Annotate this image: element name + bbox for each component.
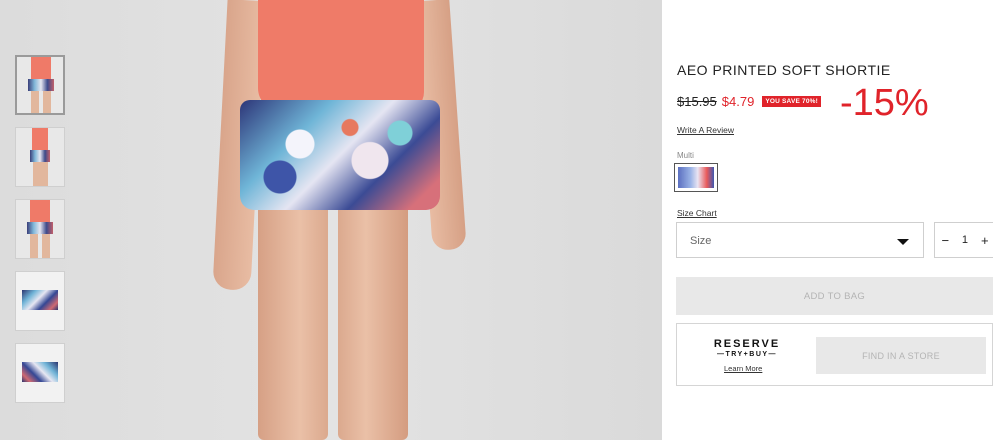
color-name: Multi <box>677 151 694 160</box>
main-product-image <box>210 0 480 440</box>
quantity-value: 1 <box>961 234 969 246</box>
increment-button[interactable]: + <box>981 233 989 248</box>
quantity-stepper: − 1 + <box>934 222 993 258</box>
add-to-bag-button[interactable]: ADD TO BAG <box>676 277 993 315</box>
printed-shorts <box>240 100 440 210</box>
price-row: $15.95 $4.79 YOU SAVE 70%! <box>677 94 822 109</box>
write-review-link[interactable]: Write A Review <box>677 125 734 135</box>
model-leg-left <box>258 200 328 440</box>
thumbnail-2[interactable] <box>15 127 65 187</box>
save-badge: YOU SAVE 70%! <box>762 96 822 107</box>
find-in-store-button[interactable]: FIND IN A STORE <box>816 337 986 374</box>
reserve-try-buy-box: RESERVE —TRY+BUY— Learn More FIND IN A S… <box>676 323 993 386</box>
model-leg-right <box>338 200 408 440</box>
thumbnail-list <box>15 55 69 415</box>
reserve-logo: RESERVE —TRY+BUY— <box>709 338 785 358</box>
thumbnail-5[interactable] <box>15 343 65 403</box>
reserve-subtitle: —TRY+BUY— <box>716 351 778 358</box>
decrement-button[interactable]: − <box>941 233 949 248</box>
product-title: AEO PRINTED SOFT SHORTIE <box>677 62 891 78</box>
caret-down-icon <box>897 239 909 245</box>
learn-more-link[interactable]: Learn More <box>724 364 762 373</box>
reserve-title: RESERVE <box>713 338 781 350</box>
thumbnail-4[interactable] <box>15 271 65 331</box>
product-image-gallery <box>0 0 662 440</box>
sale-price: $4.79 <box>721 94 755 109</box>
thumbnail-3[interactable] <box>15 199 65 259</box>
size-dropdown-label: Size <box>690 235 712 247</box>
model-shirt <box>258 0 424 112</box>
original-price: $15.95 <box>677 94 717 109</box>
discount-overlay: -15% <box>840 82 929 124</box>
thumbnail-1[interactable] <box>15 55 65 115</box>
size-dropdown[interactable]: Size <box>676 222 924 258</box>
size-chart-link[interactable]: Size Chart <box>677 208 717 218</box>
color-swatch-multi[interactable] <box>674 163 718 192</box>
product-details-panel: AEO PRINTED SOFT SHORTIE $15.95 $4.79 YO… <box>662 0 993 440</box>
swatch-pattern <box>678 167 714 188</box>
